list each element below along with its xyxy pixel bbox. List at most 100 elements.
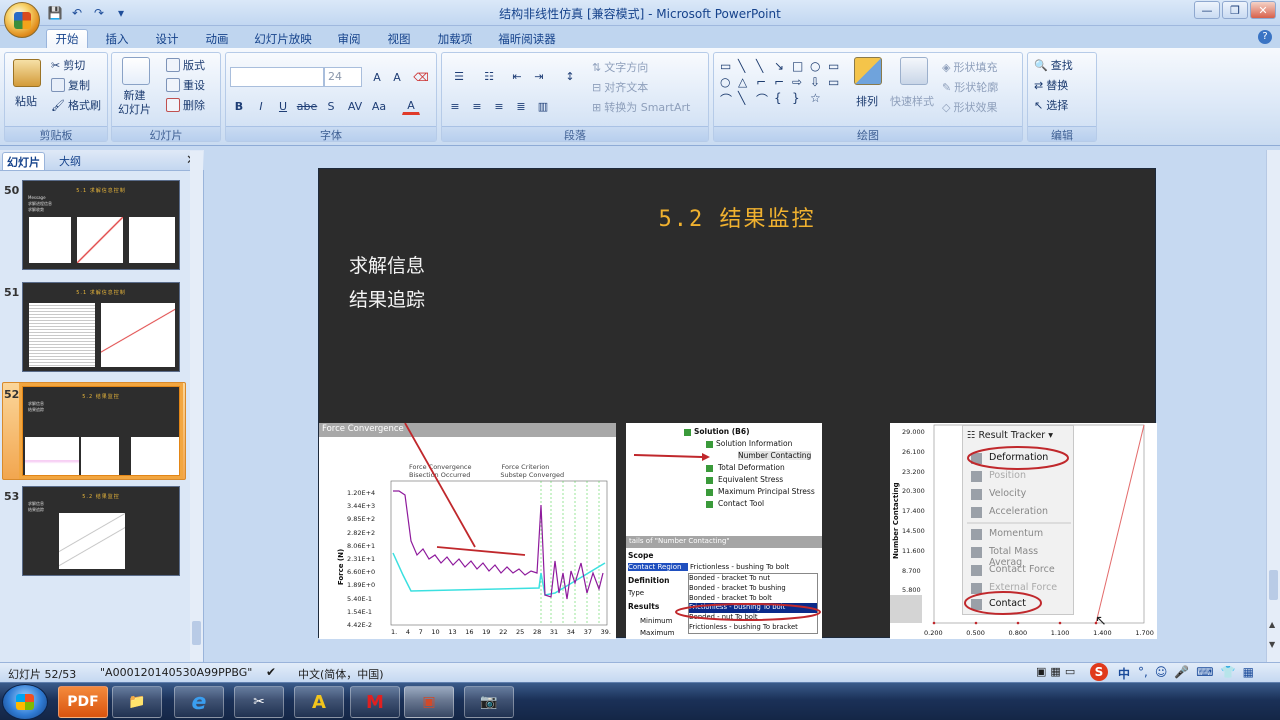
normal-view-icon[interactable]: ▣ xyxy=(1036,665,1046,678)
shape-outline-button[interactable]: ✎ 形状轮廓 xyxy=(942,79,998,95)
shape-arc-icon[interactable]: ⌒ xyxy=(720,91,735,108)
bullets-icon[interactable]: ☰ xyxy=(446,67,472,85)
justify-icon[interactable]: ≣ xyxy=(512,97,530,115)
toolbox-icon[interactable]: ▦ xyxy=(1243,665,1254,679)
slide-bullet[interactable]: 求解信息 xyxy=(349,251,425,278)
emoji-icon[interactable]: ☺ xyxy=(1155,665,1168,679)
bold-button[interactable]: B xyxy=(230,97,248,115)
strikethrough-button[interactable]: abe xyxy=(296,97,318,115)
scroll-thumb[interactable] xyxy=(192,621,201,645)
keyboard-icon[interactable]: ⌨ xyxy=(1196,665,1213,679)
tab-addins[interactable]: 加载项 xyxy=(430,29,480,48)
shape-rect-icon[interactable]: □ xyxy=(792,59,807,73)
taskbar-pdf-app[interactable]: PDF xyxy=(58,686,108,718)
paste-button[interactable]: 粘贴 xyxy=(15,93,37,109)
columns-icon[interactable]: ▥ xyxy=(534,97,552,115)
line-spacing-icon[interactable]: ↕ xyxy=(558,67,582,85)
sogou-ime-icon[interactable]: S xyxy=(1090,663,1108,681)
change-case-button[interactable]: Aa xyxy=(370,97,388,115)
shape-effects-button[interactable]: ◇ 形状效果 xyxy=(942,99,997,115)
reset-button[interactable]: 重设 xyxy=(166,77,205,93)
grow-font-button[interactable]: A xyxy=(368,68,386,86)
shape-more-icon[interactable] xyxy=(828,91,843,108)
shape-textbox-icon[interactable]: ▭ xyxy=(720,59,735,73)
quick-styles-button[interactable]: 快速样式 xyxy=(890,93,934,109)
new-slide-button[interactable]: 新建 幻灯片 xyxy=(118,89,151,117)
shrink-font-button[interactable]: A xyxy=(388,68,406,86)
tab-view[interactable]: 视图 xyxy=(380,29,418,48)
copy-button[interactable]: 复制 xyxy=(51,77,90,93)
tab-review[interactable]: 审阅 xyxy=(330,29,368,48)
taskbar-explorer[interactable]: 📁 xyxy=(112,686,162,718)
result-tracker-image[interactable]: Number Contacting 29.000 26.100 23.200 20.3… xyxy=(890,423,1157,639)
restore-button[interactable]: ❐ xyxy=(1222,1,1248,19)
force-convergence-image[interactable]: Force Convergence Force Convergence Force… xyxy=(319,423,616,639)
layout-button[interactable]: 版式 xyxy=(166,57,205,73)
shadow-button[interactable]: S xyxy=(322,97,340,115)
taskbar-ansys[interactable]: A xyxy=(294,686,344,718)
shape-elbow-icon[interactable]: ⌐ xyxy=(756,75,771,89)
taskbar-camera[interactable]: 📷 xyxy=(464,686,514,718)
char-spacing-button[interactable]: AV xyxy=(344,97,366,115)
align-left-icon[interactable]: ≡ xyxy=(446,97,464,115)
shape-left-brace-icon[interactable]: { xyxy=(774,91,789,108)
shape-down-arrow-icon[interactable]: ⇩ xyxy=(810,75,825,89)
scroll-thumb[interactable] xyxy=(1269,570,1278,600)
tab-design[interactable]: 设计 xyxy=(148,29,186,48)
tab-foxit-reader[interactable]: 福昕阅读器 xyxy=(492,29,562,48)
shape-star-icon[interactable]: ☆ xyxy=(810,91,825,108)
skin-icon[interactable]: 👕 xyxy=(1221,665,1236,679)
slide-scrollbar[interactable]: ▲ ▼ xyxy=(1266,150,1280,662)
start-button[interactable] xyxy=(2,684,48,720)
slide-thumbnail-50[interactable]: 5.1 求解信息控制 Message 求解进程信息 求解收敛 xyxy=(22,180,180,270)
taskbar-ie[interactable]: e xyxy=(174,686,224,718)
voice-icon[interactable]: 🎤 xyxy=(1174,665,1189,679)
slide-bullet[interactable]: 结果追踪 xyxy=(349,285,425,312)
shape-line2-icon[interactable]: ╲ xyxy=(756,59,771,73)
shape-line-icon[interactable]: ╲ xyxy=(738,59,753,73)
help-icon[interactable]: ? xyxy=(1258,30,1272,44)
sorter-view-icon[interactable]: ▦ xyxy=(1050,665,1060,678)
format-painter-button[interactable]: 🖌 格式刷 xyxy=(51,97,101,113)
delete-slide-button[interactable]: 删除 xyxy=(166,97,205,113)
minimize-button[interactable]: — xyxy=(1194,1,1220,19)
find-button[interactable]: 🔍 查找 xyxy=(1034,57,1073,73)
italic-button[interactable]: I xyxy=(252,97,270,115)
shape-triangle-icon[interactable]: △ xyxy=(738,75,753,89)
spellcheck-icon[interactable]: ✔ xyxy=(266,665,276,679)
ime-mode[interactable]: 中 xyxy=(1118,665,1130,682)
slide-thumbnail-52[interactable]: 5.2 结果监控 求解信息 结果追踪 xyxy=(19,383,183,479)
close-button[interactable]: ✕ xyxy=(1250,1,1276,19)
convert-smartart-button[interactable]: ⊞ 转换为 SmartArt xyxy=(592,99,690,115)
office-button[interactable] xyxy=(4,2,40,38)
taskbar-m-app[interactable]: M xyxy=(350,686,400,718)
align-text-button[interactable]: ⊟ 对齐文本 xyxy=(592,79,648,95)
numbering-icon[interactable]: ☷ xyxy=(476,67,502,85)
font-size-combo[interactable]: 24 xyxy=(324,67,362,87)
tab-slideshow[interactable]: 幻灯片放映 xyxy=(248,29,318,48)
align-center-icon[interactable]: ≡ xyxy=(468,97,486,115)
slides-pane-scrollbar[interactable] xyxy=(190,151,203,661)
taskbar-snipping[interactable]: ✂ xyxy=(234,686,284,718)
arrange-button[interactable]: 排列 xyxy=(856,93,878,109)
shape-right-brace-icon[interactable]: } xyxy=(792,91,807,108)
shape-fill-button[interactable]: ◈ 形状填充 xyxy=(942,59,997,75)
underline-button[interactable]: U xyxy=(274,97,292,115)
tab-outline[interactable]: 大纲 xyxy=(54,152,86,170)
tab-insert[interactable]: 插入 xyxy=(98,29,136,48)
result-tracker-menu[interactable]: ☷ Result Tracker ▾ Deformation Position … xyxy=(962,425,1074,615)
shape-diag-icon[interactable]: ╲ xyxy=(738,91,753,108)
solution-tree-image[interactable]: Solution (B6) Solution Information Numbe… xyxy=(626,423,822,639)
increase-indent-icon[interactable]: ⇥ xyxy=(530,67,548,85)
decrease-indent-icon[interactable]: ⇤ xyxy=(508,67,526,85)
shape-elbow2-icon[interactable]: ⌐ xyxy=(774,75,789,89)
font-name-combo[interactable] xyxy=(230,67,324,87)
tab-home[interactable]: 开始 xyxy=(46,29,88,48)
tab-animation[interactable]: 动画 xyxy=(198,29,236,48)
shape-right-arrow-icon[interactable]: ⇨ xyxy=(792,75,807,89)
next-slide-icon[interactable]: ▼ xyxy=(1269,640,1275,649)
shape-rect3-icon[interactable]: ▭ xyxy=(828,75,843,89)
shape-arrow-icon[interactable]: ↘ xyxy=(774,59,789,73)
punctuation-icon[interactable]: °, xyxy=(1138,665,1148,679)
prev-slide-icon[interactable]: ▲ xyxy=(1269,620,1275,629)
